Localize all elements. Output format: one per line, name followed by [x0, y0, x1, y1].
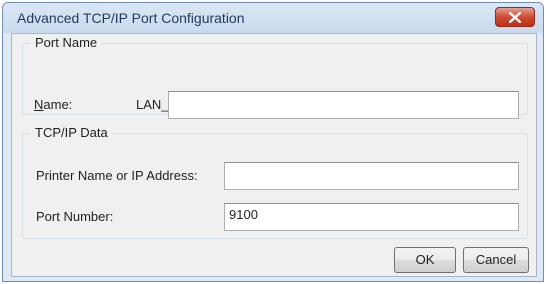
dialog-content: Port Name Name: LAN_ TCP/IP Data Printer…	[11, 33, 537, 277]
title-bar[interactable]: Advanced TCP/IP Port Configuration	[3, 3, 543, 33]
port-number-input[interactable]: 9100	[224, 203, 519, 231]
port-number-label: Port Number:	[36, 209, 114, 224]
name-label-accelerator: N	[34, 97, 44, 112]
printer-name-input[interactable]	[224, 162, 519, 190]
name-value: LAN_	[136, 97, 169, 112]
name-label: Name:	[34, 97, 72, 112]
cancel-button[interactable]: Cancel	[463, 247, 529, 273]
tcpip-data-legend: TCP/IP Data	[31, 125, 112, 140]
close-x-icon	[509, 12, 521, 23]
dialog-window: Advanced TCP/IP Port Configuration Port …	[2, 2, 544, 282]
printer-name-label: Printer Name or IP Address:	[36, 168, 198, 183]
port-name-legend: Port Name	[31, 35, 102, 50]
name-label-text: ame:	[43, 97, 73, 112]
name-input[interactable]	[168, 91, 519, 119]
window-title: Advanced TCP/IP Port Configuration	[17, 10, 245, 26]
ok-button[interactable]: OK	[394, 247, 456, 273]
close-button[interactable]	[495, 7, 535, 27]
